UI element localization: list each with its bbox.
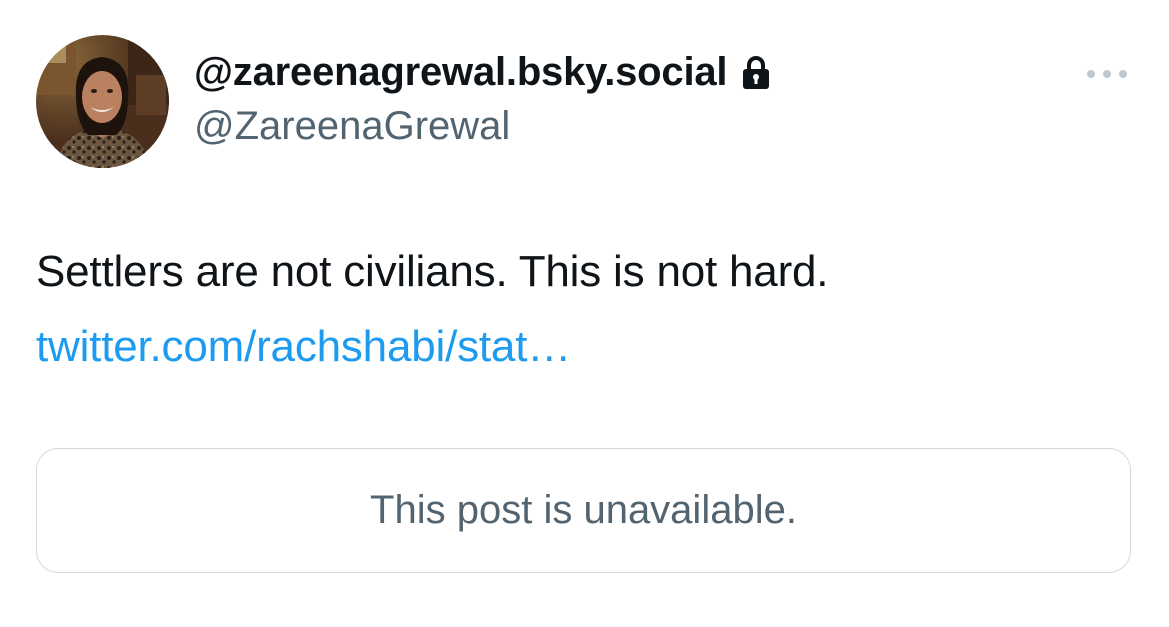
display-name-text: @zareenagrewal.bsky.social — [194, 50, 728, 94]
profile-photo-image — [36, 35, 169, 168]
lock-icon — [741, 55, 771, 91]
quoted-post-card[interactable]: This post is unavailable. — [36, 448, 1131, 573]
more-horizontal-icon — [1087, 70, 1127, 78]
user-handle[interactable]: @ZareenaGrewal — [194, 104, 510, 149]
tweet: @zareenagrewal.bsky.social @ZareenaGrewa… — [0, 0, 1169, 627]
avatar[interactable] — [36, 35, 169, 168]
quoted-post-notice: This post is unavailable. — [370, 488, 797, 532]
tweet-text: Settlers are not civilians. This is not … — [36, 247, 829, 296]
more-options-button[interactable] — [1082, 56, 1132, 92]
display-name[interactable]: @zareenagrewal.bsky.social — [194, 50, 771, 95]
tweet-link[interactable]: twitter.com/rachshabi/stat… — [36, 322, 571, 372]
